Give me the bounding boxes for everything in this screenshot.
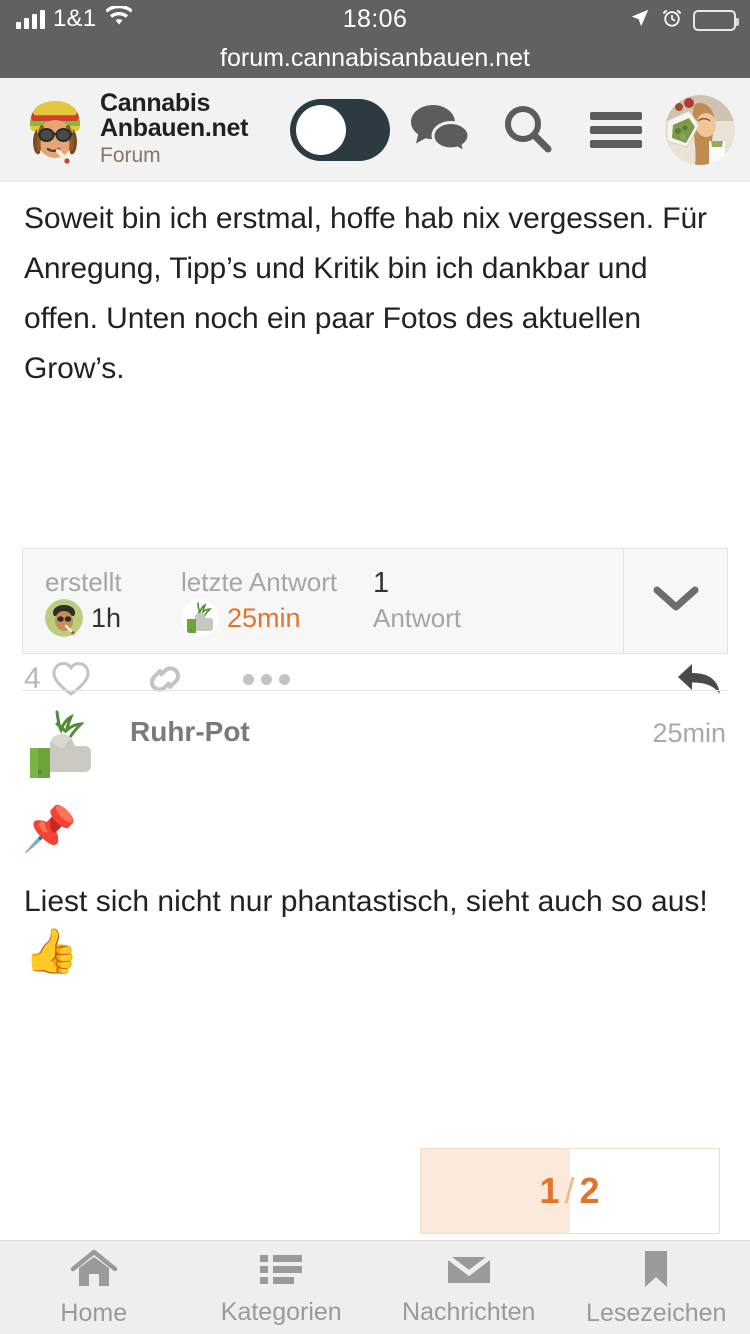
topic-created-value: 1h	[91, 603, 122, 633]
ios-status-bar: 1&1 18:06 forum.cannabisanbauen.net	[0, 0, 750, 78]
topic-created-label: erstellt	[45, 567, 122, 597]
user-avatar[interactable]	[660, 94, 740, 165]
header-actions	[284, 94, 740, 165]
site-logo-text: Cannabis Anbauen.net Forum	[100, 88, 249, 169]
site-header: Cannabis Anbauen.net Forum	[0, 78, 750, 182]
logo-title-line2: Anbauen.net	[100, 113, 249, 142]
cannabis-thumbs-up-avatar[interactable]	[24, 708, 104, 788]
topic-progress-text: 1/2	[539, 1170, 600, 1212]
topic-map-stats: erstellt 1h letzte Antwort 25min 1 Antwo…	[23, 549, 623, 653]
site-logo[interactable]: Cannabis Anbauen.net Forum	[20, 88, 249, 169]
reply-arrow-icon[interactable]	[676, 658, 726, 700]
rasta-face-logo-icon	[20, 95, 90, 165]
home-icon	[70, 1248, 118, 1295]
topic-reply-count-stat: 1 Antwort	[373, 566, 523, 636]
topic-creator-avatar	[45, 599, 83, 637]
nav-label-kategorien: Kategorien	[220, 1298, 342, 1326]
ellipsis-icon[interactable]	[242, 673, 290, 685]
topic-map-expand-button[interactable]	[623, 549, 727, 653]
reply-body-text: Liest sich nicht nur phantastisch, sieht…	[24, 885, 708, 918]
alarm-clock-icon	[661, 7, 683, 34]
link-icon[interactable]	[143, 659, 187, 699]
topic-progress-total: 2	[579, 1170, 601, 1211]
reply-author-name[interactable]: Ruhr-Pot	[130, 716, 250, 748]
status-right-group	[629, 7, 739, 34]
search-icon[interactable]	[484, 95, 572, 165]
logo-title-line1: Cannabis	[100, 88, 211, 117]
thumbs-up-emoji-icon: 👍	[24, 927, 79, 976]
nav-item-lesezeichen[interactable]: Lesezeichen	[563, 1248, 750, 1327]
nav-label-nachrichten: Nachrichten	[402, 1298, 536, 1326]
toggle-knob	[296, 104, 347, 155]
topic-map[interactable]: erstellt 1h letzte Antwort 25min 1 Antwo…	[22, 548, 728, 654]
list-icon	[258, 1249, 304, 1294]
battery-icon	[693, 10, 739, 31]
pushpin-emoji-icon: 📌	[22, 805, 77, 854]
topic-last-reply-label: letzte Antwort	[181, 567, 338, 597]
topic-reply-count-label: Antwort	[373, 603, 462, 633]
topic-last-reply-stat: letzte Antwort 25min	[181, 565, 373, 637]
topic-progress-current: 1	[539, 1170, 561, 1211]
topic-last-reply-value: 25min	[227, 603, 301, 633]
reply-post: Ruhr-Pot 25min 📌 Liest sich nicht nur ph…	[0, 700, 750, 1276]
post-body-text: Soweit bin ich erstmal, hoffe hab nix ve…	[24, 202, 707, 385]
location-arrow-icon	[629, 7, 651, 34]
bottom-navigation-bar: Home Kategorien Nachrichten Lesezeichen	[0, 1240, 750, 1334]
nav-label-home: Home	[60, 1299, 128, 1327]
nav-item-home[interactable]: Home	[0, 1248, 188, 1327]
reply-timestamp: 25min	[652, 718, 726, 748]
chevron-down-icon	[652, 584, 700, 619]
chat-bubbles-icon[interactable]	[396, 95, 484, 165]
topic-created-stat: erstellt 1h	[45, 565, 181, 637]
topic-reply-count: 1	[373, 567, 390, 599]
heart-icon[interactable]	[51, 660, 91, 698]
topic-content: Soweit bin ich erstmal, hoffe hab nix ve…	[0, 182, 750, 696]
envelope-icon	[445, 1249, 493, 1294]
hamburger-menu-icon[interactable]	[572, 95, 660, 165]
topic-last-replier-avatar	[181, 599, 219, 637]
topic-progress-separator: /	[564, 1170, 576, 1211]
topic-progress-indicator[interactable]: 1/2	[420, 1148, 720, 1234]
bookmark-icon	[638, 1248, 674, 1295]
url-label[interactable]: forum.cannabisanbauen.net	[0, 38, 750, 78]
nav-item-nachrichten[interactable]: Nachrichten	[375, 1249, 563, 1326]
nav-label-lesezeichen: Lesezeichen	[586, 1299, 727, 1327]
logo-subtitle: Forum	[100, 143, 161, 167]
dark-mode-toggle[interactable]	[284, 95, 396, 165]
nav-item-kategorien[interactable]: Kategorien	[188, 1249, 376, 1326]
mobile-browser-screen: 1&1 18:06 forum.cannabisanbauen.net Cann…	[0, 0, 750, 1334]
reply-header: Ruhr-Pot 25min	[0, 700, 750, 788]
post-divider	[22, 690, 728, 691]
